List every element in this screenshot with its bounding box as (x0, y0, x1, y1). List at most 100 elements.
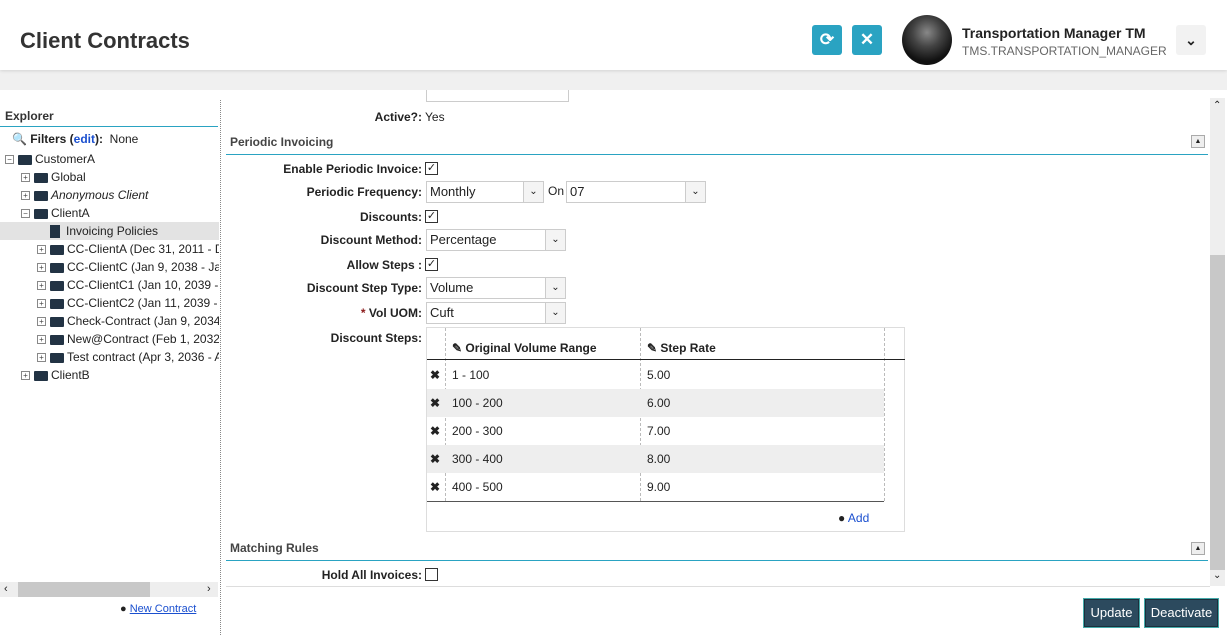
expand-icon[interactable]: + (37, 335, 46, 345)
delete-row-icon[interactable]: ✖ (430, 389, 440, 417)
on-label: On (548, 184, 565, 198)
edit-icon: ✎ (452, 341, 463, 355)
tree-item[interactable]: + New@Contract (Feb 1, 2032 - A (0, 330, 219, 348)
volume-range-cell[interactable]: 1 - 100 (452, 361, 489, 389)
periodic-frequency-select[interactable]: Monthly ⌄ (426, 181, 544, 203)
tree-item[interactable]: − CustomerA (0, 150, 219, 168)
tree-item-label: CC-ClientC (Jan 9, 2038 - Jan 9, (67, 260, 219, 274)
expand-icon[interactable]: + (37, 263, 46, 273)
filters-edit-link[interactable]: edit (74, 132, 95, 146)
folder-icon (50, 316, 64, 327)
allow-steps-checkbox[interactable]: ✓ (425, 258, 438, 271)
update-button[interactable]: Update (1084, 599, 1139, 627)
discounts-checkbox[interactable]: ✓ (425, 210, 438, 223)
column-header-volume-range[interactable]: ✎ Original Volume Range (452, 341, 597, 355)
delete-row-icon[interactable]: ✖ (430, 361, 440, 389)
scroll-right-icon[interactable]: › (207, 583, 211, 595)
delete-row-icon[interactable]: ✖ (430, 473, 440, 501)
scrollbar-thumb[interactable] (18, 582, 150, 597)
tree-item[interactable]: + Anonymous Client (0, 186, 219, 204)
step-rate-cell[interactable]: 5.00 (647, 361, 670, 389)
scroll-down-icon[interactable]: ⌄ (1213, 570, 1221, 581)
divider (427, 359, 905, 360)
folder-icon (50, 334, 64, 345)
expand-icon[interactable]: + (37, 317, 46, 327)
tree-item[interactable]: Invoicing Policies (0, 222, 219, 240)
step-rate-cell[interactable]: 6.00 (647, 389, 670, 417)
scrollbar-thumb[interactable] (1210, 255, 1225, 570)
expand-icon[interactable]: + (21, 191, 30, 201)
tree-item-label: Global (51, 170, 86, 184)
tree-item[interactable]: + CC-ClientC (Jan 9, 2038 - Jan 9, (0, 258, 219, 276)
hold-all-invoices-checkbox[interactable] (425, 568, 438, 581)
tree-item[interactable]: + Check-Contract (Jan 9, 2034 - J (0, 312, 219, 330)
previous-field[interactable] (426, 90, 569, 102)
expand-icon[interactable]: + (37, 245, 46, 255)
folder-icon (34, 370, 48, 381)
folder-icon (50, 280, 64, 291)
delete-row-icon[interactable]: ✖ (430, 417, 440, 445)
chevron-down-icon: ⌄ (545, 303, 565, 323)
tree-item-label: New@Contract (Feb 1, 2032 - A (67, 332, 219, 346)
tree-item[interactable]: + Test contract (Apr 3, 2036 - Ap (0, 348, 219, 366)
collapse-button[interactable]: ▲ (1191, 135, 1205, 148)
close-button[interactable]: ✕ (852, 25, 882, 55)
on-day-select[interactable]: 07 ⌄ (566, 181, 706, 203)
user-menu-button[interactable]: ⌄ (1176, 25, 1206, 55)
volume-range-cell[interactable]: 200 - 300 (452, 417, 503, 445)
vol-uom-label: * Vol UOM: (361, 306, 422, 320)
selected-value: Volume (430, 280, 474, 295)
tree-item[interactable]: − ClientA (0, 204, 219, 222)
step-rate-cell[interactable]: 7.00 (647, 417, 670, 445)
periodic-frequency-label: Periodic Frequency: (306, 185, 422, 199)
volume-range-cell[interactable]: 100 - 200 (452, 389, 503, 417)
expand-icon[interactable]: + (37, 281, 46, 291)
divider (226, 560, 1208, 561)
pane-divider[interactable] (220, 100, 221, 635)
volume-range-cell[interactable]: 300 - 400 (452, 445, 503, 473)
tree-item[interactable]: + CC-ClientC1 (Jan 10, 2039 - Jan (0, 276, 219, 294)
step-rate-cell[interactable]: 8.00 (647, 445, 670, 473)
collapse-button[interactable]: ▲ (1191, 542, 1205, 555)
tree-item-label: Check-Contract (Jan 9, 2034 - J (67, 314, 219, 328)
plus-circle-icon: ● (838, 511, 846, 525)
column-header-step-rate[interactable]: ✎ Step Rate (647, 341, 716, 355)
expand-icon[interactable]: + (21, 371, 30, 381)
selected-value: Cuft (430, 305, 454, 320)
refresh-button[interactable]: ⟳ (812, 25, 842, 55)
deactivate-button[interactable]: Deactivate (1145, 599, 1218, 627)
volume-range-cell[interactable]: 400 - 500 (452, 473, 503, 501)
expand-icon[interactable]: + (37, 353, 46, 363)
discount-method-select[interactable]: Percentage ⌄ (426, 229, 566, 251)
discount-steps-table: ✎ Original Volume Range ✎ Step Rate ✖ 1 -… (426, 327, 905, 532)
expand-icon[interactable]: + (21, 173, 30, 183)
new-contract-link[interactable]: New Contract (130, 603, 197, 615)
divider (0, 126, 218, 127)
vol-uom-select[interactable]: Cuft ⌄ (426, 302, 566, 324)
folder-icon (34, 172, 48, 183)
divider (226, 586, 1210, 587)
delete-row-icon[interactable]: ✖ (430, 445, 440, 473)
tree-item-label: ClientA (51, 206, 90, 220)
discount-step-type-select[interactable]: Volume ⌄ (426, 277, 566, 299)
new-contract: ● New Contract (120, 603, 196, 615)
collapse-icon[interactable]: − (5, 155, 14, 165)
chevron-down-icon: ⌄ (545, 278, 565, 298)
tree-item[interactable]: + CC-ClientC2 (Jan 11, 2039 - Jan (0, 294, 219, 312)
enable-periodic-checkbox[interactable]: ✓ (425, 162, 438, 175)
tree-item[interactable]: + ClientB (0, 366, 219, 384)
close-icon: ✕ (859, 30, 875, 49)
tree-item[interactable]: + Global (0, 168, 219, 186)
tree-item[interactable]: + CC-ClientA (Dec 31, 2011 - Dec (0, 240, 219, 258)
step-rate-cell[interactable]: 9.00 (647, 473, 670, 501)
section-periodic-invoicing: Periodic Invoicing (230, 135, 334, 149)
expand-icon[interactable]: + (37, 299, 46, 309)
scroll-left-icon[interactable]: ‹ (4, 583, 8, 595)
plus-circle-icon: ● (120, 603, 127, 615)
collapse-icon[interactable]: − (21, 209, 30, 219)
divider (427, 501, 884, 502)
header-text: Original Volume Range (465, 341, 597, 355)
add-step-button[interactable]: ● Add (838, 511, 869, 525)
scroll-up-icon[interactable]: ⌃ (1213, 100, 1221, 111)
divider (226, 154, 1208, 155)
